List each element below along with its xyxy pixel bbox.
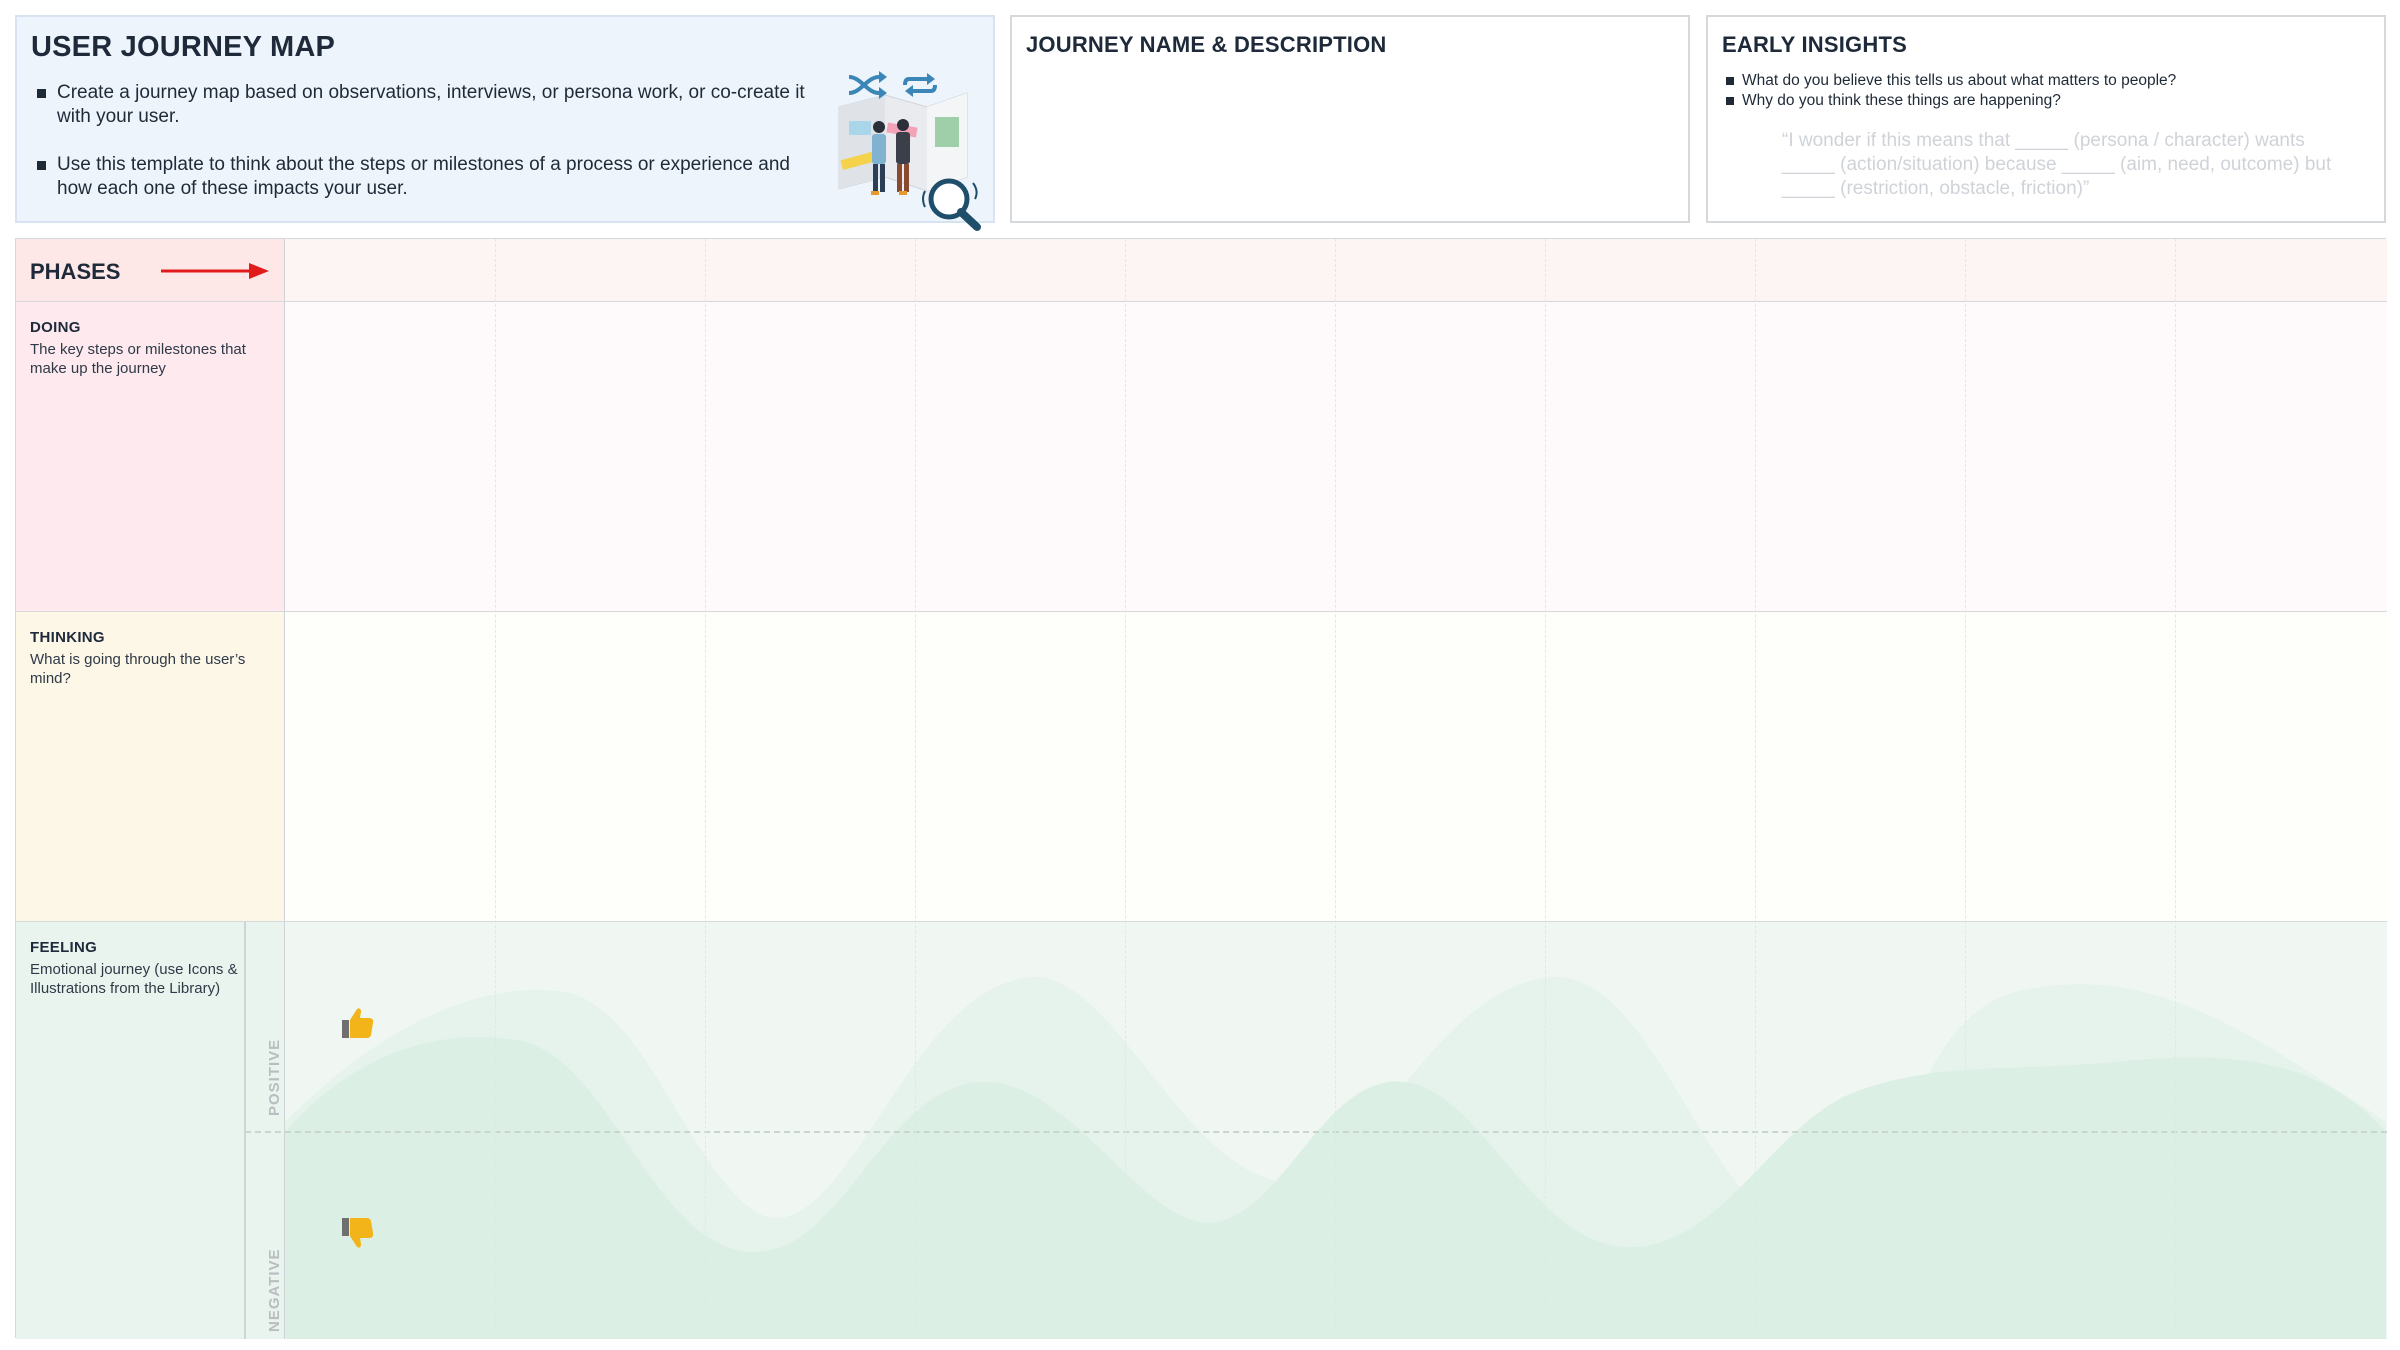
insight-bullets: What do you believe this tells us about … <box>1724 71 2176 111</box>
insight-bullet: Why do you think these things are happen… <box>1724 91 2176 111</box>
phase-column-divider <box>1755 239 1756 1339</box>
insight-bullet: What do you believe this tells us about … <box>1724 71 2176 91</box>
thinking-title: THINKING <box>30 629 105 646</box>
row-feeling: FEELING Emotional journey (use Icons & I… <box>16 922 2387 1339</box>
phase-column-divider <box>1125 239 1126 1339</box>
doing-description: The key steps or milestones that make up… <box>30 341 246 377</box>
shuffle-icon <box>848 71 887 99</box>
phases-title: PHASES <box>30 259 121 284</box>
insight-placeholder-quote: “I wonder if this means that _____ (pers… <box>1782 130 2332 199</box>
intro-bullet: Use this template to think about the ste… <box>35 153 805 201</box>
doing-label-cell: DOING The key steps or milestones that m… <box>16 302 285 611</box>
thumbs-down-icon[interactable] <box>340 1214 376 1250</box>
phase-column-divider <box>1545 239 1546 1339</box>
intro-bullets: Create a journey map based on observatio… <box>35 81 805 225</box>
phases-area[interactable] <box>285 239 2387 301</box>
phase-column-divider <box>1335 239 1336 1339</box>
page-title: USER JOURNEY MAP <box>31 31 336 63</box>
journey-name-panel[interactable]: JOURNEY NAME & DESCRIPTION <box>1010 15 1690 223</box>
thinking-description: What is going through the user’s mind? <box>30 651 246 687</box>
arrow-right-icon <box>161 263 269 279</box>
feeling-description: Emotional journey (use Icons & Illustrat… <box>30 961 238 997</box>
phase-column-divider <box>705 239 706 1339</box>
doing-area[interactable] <box>285 302 2387 611</box>
early-insights-panel[interactable]: EARLY INSIGHTS What do you believe this … <box>1706 15 2386 223</box>
doing-title: DOING <box>30 319 81 336</box>
axis-positive-label: POSITIVE <box>266 1038 283 1116</box>
thumbs-up-icon[interactable] <box>340 1006 376 1042</box>
journey-grid: PHASES DOING The key steps or milestones… <box>15 238 2387 1339</box>
phase-column-divider <box>915 239 916 1339</box>
insights-title: EARLY INSIGHTS <box>1722 32 1907 57</box>
thinking-label-cell: THINKING What is going through the user’… <box>16 612 285 921</box>
phase-column-divider <box>495 239 496 1339</box>
row-phases: PHASES <box>16 239 2387 302</box>
axis-negative-label: NEGATIVE <box>266 1248 283 1332</box>
journey-title: JOURNEY NAME & DESCRIPTION <box>1026 32 1387 57</box>
neutral-midline <box>245 1131 2387 1133</box>
intro-bullet: Create a journey map based on observatio… <box>35 81 805 129</box>
intro-panel: USER JOURNEY MAP Create a journey map ba… <box>15 15 995 231</box>
phases-label-cell: PHASES <box>16 239 285 301</box>
repeat-icon <box>903 73 937 97</box>
map-illustration <box>838 71 981 231</box>
feeling-title: FEELING <box>30 939 98 956</box>
phase-column-divider <box>2175 239 2176 1339</box>
row-thinking: THINKING What is going through the user’… <box>16 612 2387 922</box>
thinking-area[interactable] <box>285 612 2387 921</box>
phase-column-divider <box>1965 239 1966 1339</box>
row-doing: DOING The key steps or milestones that m… <box>16 302 2387 612</box>
feeling-label-cell: FEELING Emotional journey (use Icons & I… <box>16 922 245 1339</box>
